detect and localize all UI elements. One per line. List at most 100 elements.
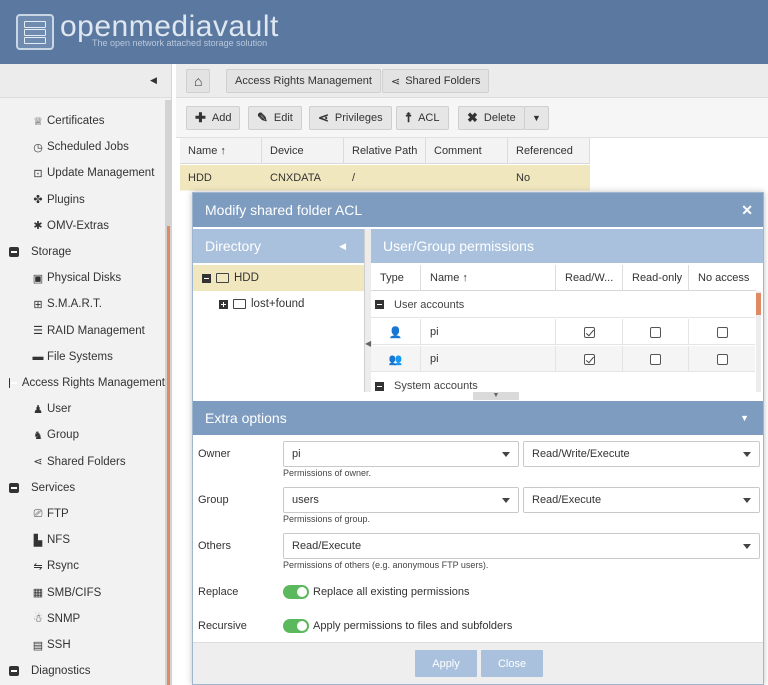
- column-header-name[interactable]: Name ↑: [180, 138, 262, 164]
- breadcrumb-shared-folders[interactable]: ⋖ Shared Folders: [382, 69, 490, 93]
- delete-button[interactable]: ✖ Delete: [458, 106, 525, 130]
- others-label: Others: [198, 540, 232, 552]
- collapse-icon[interactable]: [375, 300, 384, 309]
- share-icon: ⋖: [33, 456, 43, 469]
- sidebar-item-s-m-a-r-t[interactable]: ⊞ S.M.A.R.T.: [0, 291, 165, 317]
- directory-panel-header: Directory ◀: [193, 229, 364, 263]
- edit-icon: ✎: [257, 110, 268, 125]
- privileges-button[interactable]: ⋖ Privileges: [309, 106, 392, 130]
- permissions-scrollbar[interactable]: [756, 291, 761, 392]
- collapse-icon[interactable]: [9, 247, 19, 257]
- dialog-title-bar: Modify shared folder ACL ✕: [193, 193, 763, 227]
- others-permission-select[interactable]: Read/Execute: [283, 533, 760, 559]
- sidebar-item-group[interactable]: ♞ Group: [0, 422, 165, 448]
- sidebar-item-scheduled-jobs[interactable]: ◷ Scheduled Jobs: [0, 134, 165, 160]
- collapse-icon[interactable]: [9, 482, 19, 493]
- sidebar-item-smb-cifs[interactable]: ▦ SMB/CIFS: [0, 580, 165, 606]
- sidebar-item-physical-disks[interactable]: ▣ Physical Disks: [0, 265, 165, 291]
- delete-dropdown-button[interactable]: ▼: [524, 106, 549, 130]
- column-header-read-write[interactable]: Read/W...: [556, 265, 623, 291]
- tree-node-lost-found[interactable]: lost+found: [193, 291, 364, 317]
- column-header-relative-path[interactable]: Relative Path: [344, 138, 426, 164]
- no-access-checkbox[interactable]: [716, 353, 728, 365]
- read-write-checkbox[interactable]: [583, 353, 595, 365]
- collapse-icon[interactable]: [9, 378, 16, 388]
- close-button[interactable]: Close: [481, 650, 543, 677]
- column-header-referenced[interactable]: Referenced: [508, 138, 590, 164]
- group-row-user-accounts[interactable]: User accounts: [371, 292, 755, 318]
- sidebar-item-snmp[interactable]: ☃ SNMP: [0, 606, 165, 632]
- table-cell[interactable]: [426, 165, 508, 191]
- owner-select[interactable]: pi: [283, 441, 519, 467]
- raid-icon: ☰: [33, 325, 43, 338]
- sidebar-item-update-management[interactable]: ⊡ Update Management: [0, 160, 165, 186]
- replace-toggle[interactable]: [283, 585, 309, 599]
- column-header-read-only[interactable]: Read-only: [623, 265, 689, 291]
- read-only-checkbox[interactable]: [650, 353, 661, 365]
- extra-options-header[interactable]: Extra options ▼: [193, 401, 763, 435]
- sidebar-item-ssh[interactable]: ▤ SSH: [0, 632, 165, 658]
- close-icon[interactable]: ✕: [741, 202, 753, 219]
- sidebar-item-file-systems[interactable]: ▬ File Systems: [0, 344, 165, 370]
- directory-panel: Directory ◀ HDD lost+found: [193, 229, 365, 392]
- sidebar-item-plugins[interactable]: ✤ Plugins: [0, 187, 165, 213]
- permission-row[interactable]: 👤 pi: [371, 319, 755, 345]
- home-button[interactable]: ⌂: [186, 69, 211, 93]
- group-select[interactable]: users: [283, 487, 519, 513]
- column-header-comment[interactable]: Comment: [426, 138, 508, 164]
- certificate-icon: ♕: [33, 115, 43, 128]
- edit-button[interactable]: ✎ Edit: [248, 106, 302, 130]
- sidebar-item-omv-extras[interactable]: ✱ OMV-Extras: [0, 213, 165, 239]
- chevron-down-icon[interactable]: ▼: [473, 392, 519, 400]
- group-permission-select[interactable]: Read/Execute: [523, 487, 760, 513]
- read-only-checkbox[interactable]: [650, 326, 661, 338]
- expand-icon[interactable]: [219, 299, 228, 309]
- collapse-icon[interactable]: [375, 381, 384, 391]
- sidebar-item-storage[interactable]: Storage: [0, 239, 165, 265]
- sidebar-item-services[interactable]: Services: [0, 475, 165, 501]
- collapse-icon[interactable]: [202, 273, 211, 283]
- collapse-left-icon[interactable]: ◀: [339, 241, 346, 252]
- breadcrumb-access-rights[interactable]: Access Rights Management: [226, 69, 381, 93]
- terminal-icon: ▤: [32, 639, 44, 652]
- table-cell[interactable]: /: [344, 165, 426, 191]
- chevron-down-icon: [743, 544, 751, 549]
- group-row-system-accounts[interactable]: System accounts: [371, 373, 755, 392]
- add-button[interactable]: ✚ Add: [186, 106, 241, 130]
- chevron-down-icon[interactable]: ▼: [740, 413, 749, 423]
- folder-icon: [233, 299, 246, 309]
- sidebar-scroll-indicator[interactable]: [167, 226, 170, 685]
- acl-button[interactable]: ☨ ACL: [396, 106, 449, 130]
- permission-row[interactable]: 👥 pi: [371, 346, 755, 372]
- apply-button[interactable]: Apply: [415, 650, 477, 677]
- sidebar-item-shared-folders[interactable]: ⋖ Shared Folders: [0, 449, 165, 475]
- sidebar-item-user[interactable]: ♟ User: [0, 396, 165, 422]
- puzzle-icon: ✤: [33, 194, 43, 207]
- sidebar-item-access-rights-management[interactable]: Access Rights Management: [0, 370, 165, 396]
- chevron-down-icon: [502, 452, 510, 457]
- sidebar-item-certificates[interactable]: ♕ Certificates: [0, 108, 165, 134]
- tree-node-hdd[interactable]: HDD: [193, 265, 364, 291]
- sidebar-item-ftp[interactable]: ⎚ FTP: [0, 501, 165, 527]
- recursive-label: Recursive: [198, 620, 247, 632]
- no-access-checkbox[interactable]: [716, 326, 728, 338]
- collapse-icon[interactable]: [9, 666, 19, 677]
- recursive-toggle[interactable]: [283, 619, 309, 633]
- sidebar-item-rsync[interactable]: ⇋ Rsync: [0, 553, 165, 579]
- collapse-left-icon[interactable]: ◀: [150, 75, 157, 86]
- table-cell[interactable]: HDD: [180, 165, 262, 191]
- column-header-name[interactable]: Name ↑: [421, 265, 556, 291]
- table-cell[interactable]: CNXDATA: [262, 165, 344, 191]
- column-header-no-access[interactable]: No access: [689, 265, 756, 291]
- column-header-device[interactable]: Device: [262, 138, 344, 164]
- sidebar-item-diagnostics[interactable]: Diagnostics: [0, 658, 165, 684]
- replace-label: Replace: [198, 586, 239, 598]
- column-header-type[interactable]: Type: [371, 265, 421, 291]
- owner-permission-select[interactable]: Read/Write/Execute: [523, 441, 760, 467]
- sidebar-item-label: FTP: [47, 508, 69, 520]
- read-write-checkbox[interactable]: [583, 326, 595, 338]
- sidebar-item-raid-management[interactable]: ☰ RAID Management: [0, 318, 165, 344]
- permissions-title: User/Group permissions: [383, 238, 534, 254]
- table-cell[interactable]: No: [508, 165, 590, 191]
- sidebar-item-nfs[interactable]: ▙ NFS: [0, 527, 165, 553]
